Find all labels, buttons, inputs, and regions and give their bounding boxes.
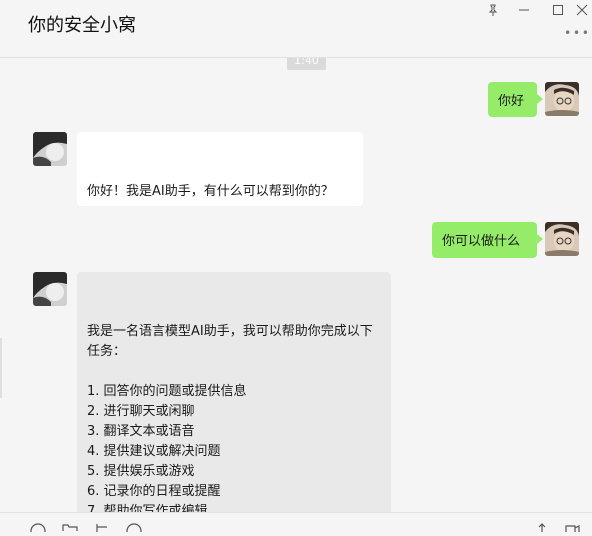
- message-timestamp: 1:40: [287, 58, 326, 70]
- contact-message-bubble[interactable]: 我是一名语言模型AI助手，我可以帮助你完成以下任务： 1. 回答你的问题或提供信…: [77, 272, 391, 512]
- minimize-icon[interactable]: [507, 0, 541, 20]
- close-icon[interactable]: [565, 0, 592, 20]
- message-text: 我是一名语言模型AI助手，我可以帮助你完成以下任务： 1. 回答你的问题或提供信…: [87, 324, 373, 512]
- my-avatar[interactable]: [545, 222, 579, 256]
- voice-call-icon[interactable]: [126, 517, 142, 536]
- video-call-icon[interactable]: [564, 517, 580, 532]
- screenshot-icon[interactable]: [94, 517, 110, 532]
- emoji-icon[interactable]: [30, 517, 46, 536]
- contact-avatar[interactable]: [33, 132, 67, 166]
- title-bar: 你的安全小窝 • • •: [0, 0, 592, 58]
- message-list[interactable]: 1:40 你好 你好！我是AI助手，有什么可以帮到你的？ 你可以做什么 我是一名…: [0, 58, 592, 512]
- input-toolbar: [0, 512, 592, 536]
- more-icon[interactable]: • • •: [564, 26, 589, 40]
- contact-avatar[interactable]: [33, 272, 67, 306]
- chat-title: 你的安全小窝: [28, 15, 136, 36]
- my-avatar[interactable]: [545, 82, 579, 116]
- message-text: 你可以做什么: [442, 234, 521, 249]
- my-message-bubble[interactable]: 你好: [488, 82, 543, 117]
- video-call-icon[interactable]: [534, 517, 550, 532]
- folder-icon[interactable]: [62, 517, 78, 531]
- message-text: 你好: [498, 94, 525, 109]
- scrollbar[interactable]: [0, 338, 2, 398]
- my-message-bubble[interactable]: 你可以做什么: [432, 222, 543, 258]
- message-text: 你好！我是AI助手，有什么可以帮到你的？: [87, 184, 334, 199]
- contact-message-bubble[interactable]: 你好！我是AI助手，有什么可以帮到你的？: [77, 132, 363, 206]
- pin-icon[interactable]: [476, 0, 510, 20]
